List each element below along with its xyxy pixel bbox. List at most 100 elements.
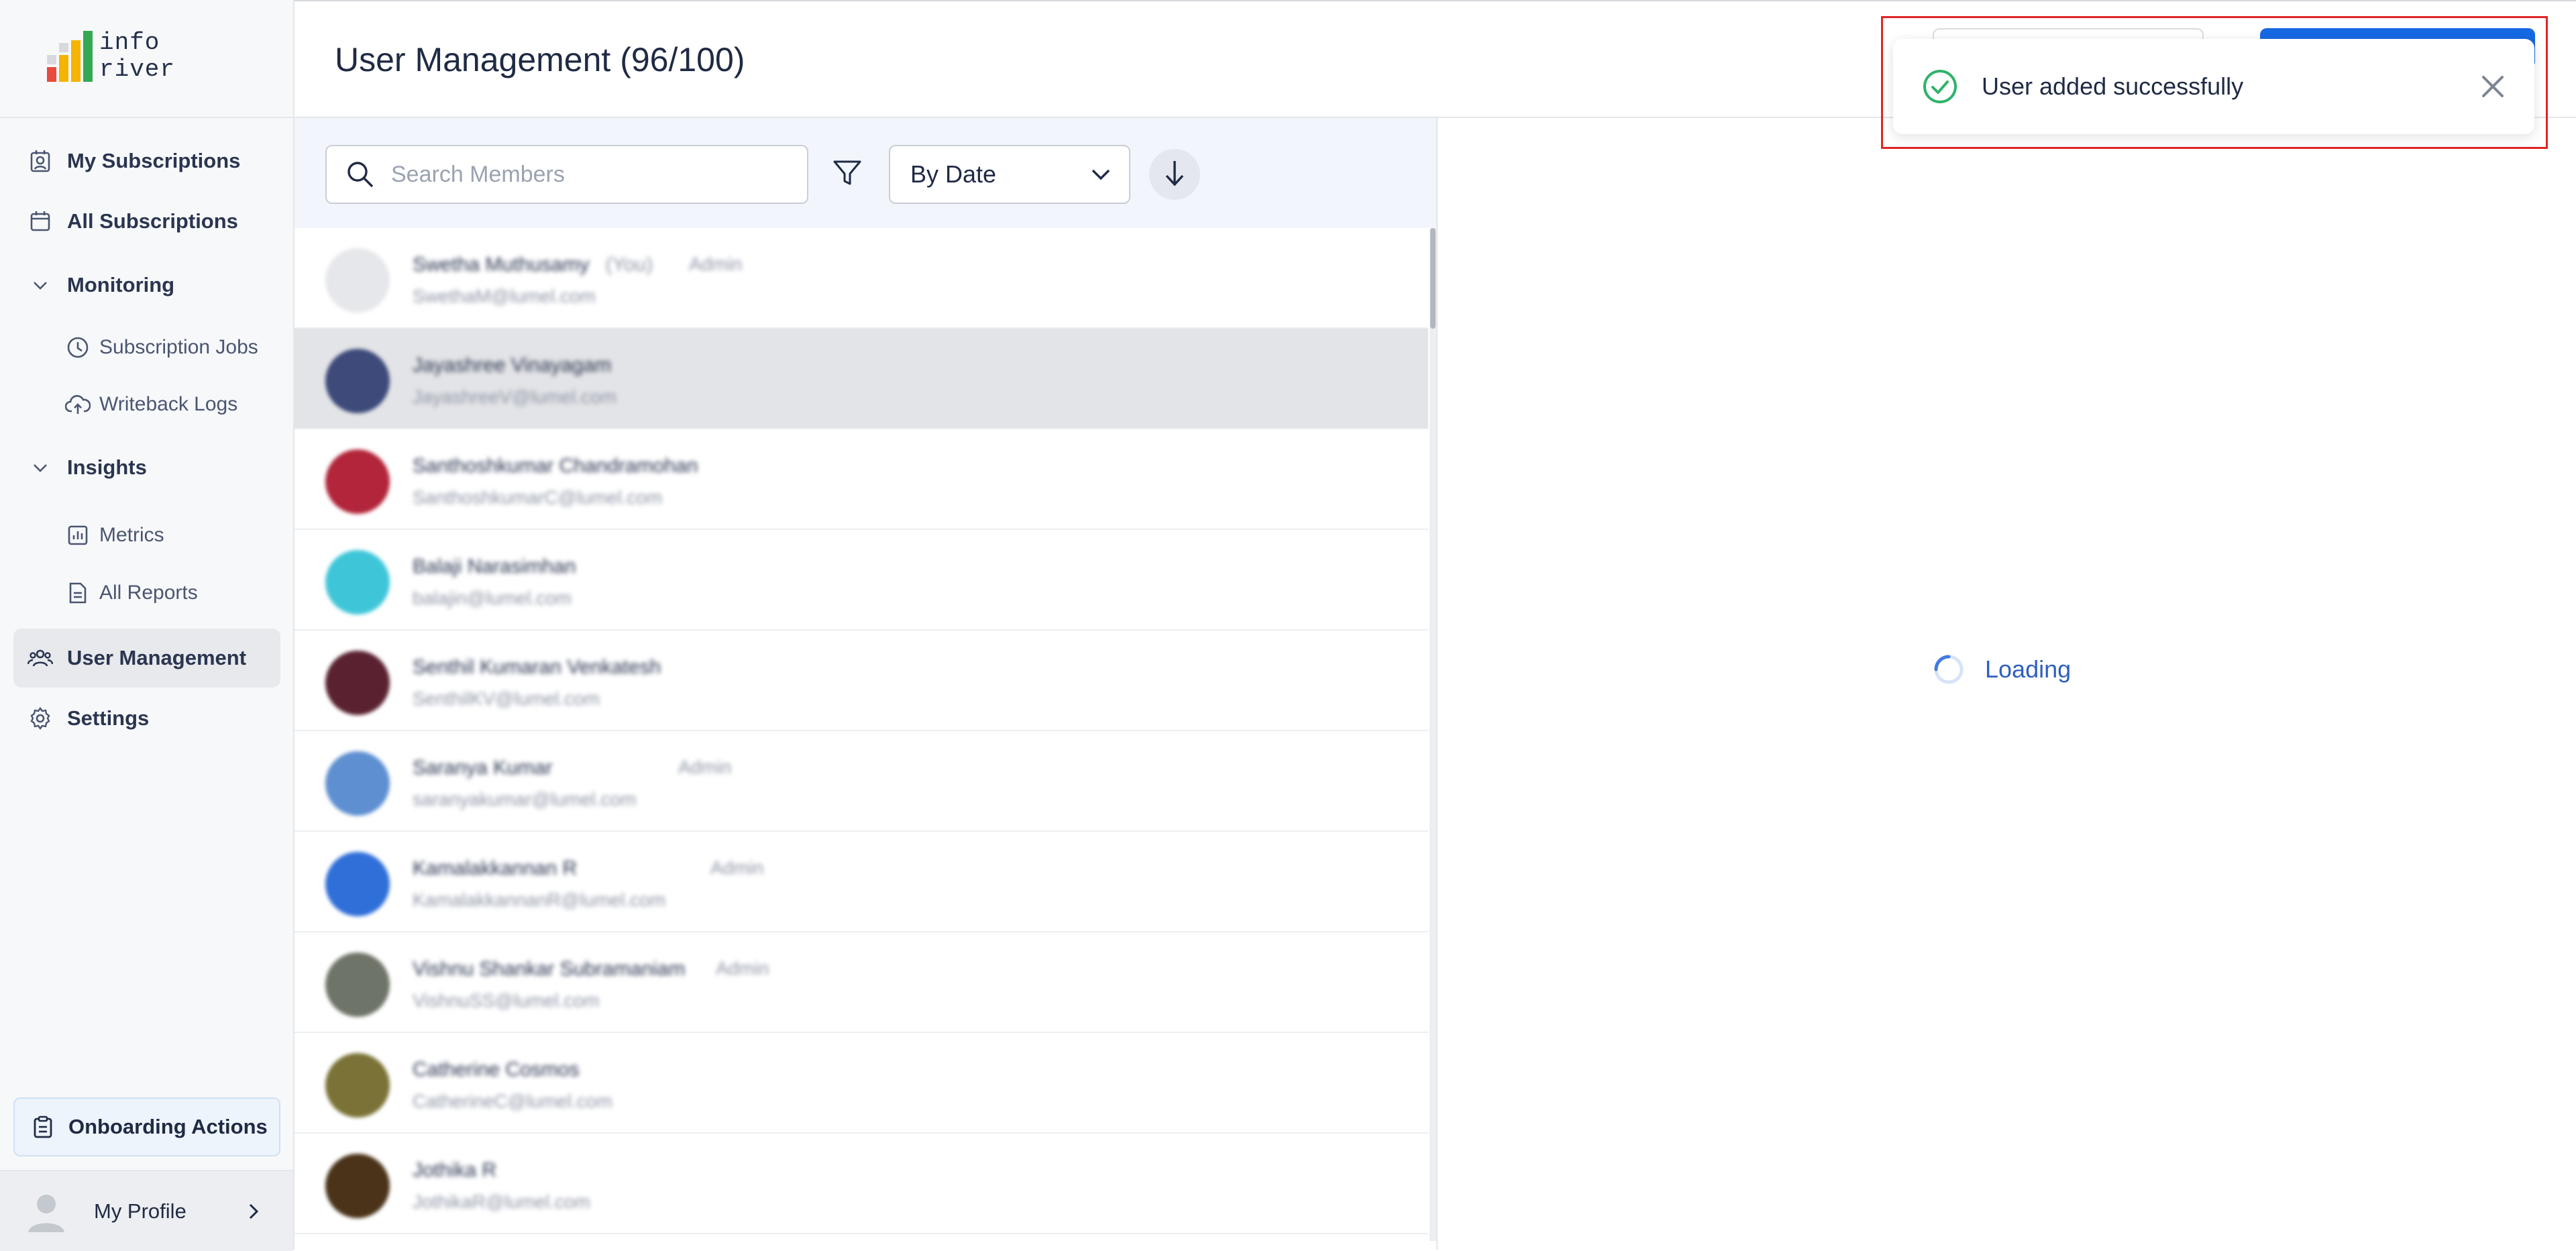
sidebar: info river My Subscriptions All Subscrip…	[0, 0, 294, 1251]
avatar	[325, 1053, 390, 1118]
sidebar-item-writeback-logs[interactable]: Writeback Logs	[13, 375, 280, 434]
list-item[interactable]: Jothika R JothikaR@lumel.com	[294, 1134, 1428, 1234]
sidebar-item-label: Writeback Logs	[99, 393, 238, 415]
you-tag: (You)	[605, 254, 653, 276]
member-detail-panel: Loading	[1438, 118, 2576, 1250]
member-name: Saranya Kumar	[413, 757, 553, 779]
role-badge: Admin	[678, 757, 732, 777]
sidebar-item-label: Insights	[67, 455, 147, 479]
chevron-down-icon	[27, 454, 54, 481]
avatar	[325, 349, 390, 413]
sidebar-item-label: Subscription Jobs	[99, 336, 258, 358]
spinner-icon	[1933, 653, 1965, 686]
member-email: SanthoshkumarC@lumel.com	[413, 487, 663, 508]
sort-value: By Date	[910, 160, 997, 188]
clock-icon	[64, 334, 91, 361]
members-scrollbar[interactable]	[1430, 228, 1436, 1241]
list-item[interactable]: Saranya Kumar Admin saranyakumar@lumel.c…	[294, 731, 1428, 832]
page-title: User Management (96/100)	[335, 41, 745, 78]
sidebar-divider	[0, 117, 293, 118]
sidebar-item-all-subscriptions[interactable]: All Subscriptions	[13, 192, 280, 251]
clipboard-icon	[31, 1115, 55, 1139]
sidebar-item-settings[interactable]: Settings	[13, 689, 280, 748]
member-email: SwethaM@lumel.com	[413, 286, 596, 307]
member-name: Jothika R	[413, 1159, 497, 1181]
member-name: Jayashree Vinayagam	[413, 354, 612, 376]
sidebar-item-user-management[interactable]: User Management	[13, 629, 280, 688]
member-email: VishnuSS@lumel.com	[413, 990, 600, 1011]
sidebar-item-label: My Subscriptions	[67, 149, 241, 172]
avatar	[325, 248, 390, 313]
sort-direction-button[interactable]	[1149, 149, 1200, 200]
list-item[interactable]: Santhoshkumar Chandramohan Santhoshkumar…	[294, 429, 1428, 530]
chevron-right-icon	[244, 1201, 264, 1221]
sidebar-item-label: User Management	[67, 646, 247, 669]
members-list: Swetha Muthusamy (You) Admin SwethaM@lume…	[294, 228, 1428, 1250]
loading-text: Loading	[1985, 655, 2072, 683]
document-icon	[64, 580, 91, 606]
filter-button[interactable]	[826, 153, 869, 196]
onboarding-actions-label: Onboarding Actions	[68, 1115, 268, 1138]
sidebar-item-label: All Subscriptions	[67, 209, 238, 233]
sidebar-item-monitoring[interactable]: Monitoring	[13, 256, 280, 315]
avatar	[325, 1154, 390, 1218]
list-item[interactable]: Kamalakkannan R Admin KamalakkannanR@lum…	[294, 832, 1428, 932]
sidebar-item-my-subscriptions[interactable]: My Subscriptions	[13, 131, 280, 191]
calendar-icon	[27, 208, 54, 235]
sidebar-item-label: Settings	[67, 706, 150, 730]
close-icon[interactable]	[2478, 72, 2508, 101]
avatar	[325, 651, 390, 715]
cloud-upload-icon	[64, 391, 91, 418]
member-email: JothikaR@lumel.com	[413, 1191, 590, 1212]
sidebar-item-subscription-jobs[interactable]: Subscription Jobs	[13, 318, 280, 377]
list-item[interactable]: Swetha Muthusamy (You) Admin SwethaM@lume…	[294, 228, 1428, 329]
member-name: Vishnu Shankar Subramaniam	[413, 958, 686, 980]
member-email: balajin@lumel.com	[413, 588, 572, 608]
toast-message: User added successfully	[1982, 72, 2244, 100]
sidebar-item-insights[interactable]: Insights	[13, 438, 280, 497]
subscription-user-icon	[27, 148, 54, 174]
search-input[interactable]	[390, 160, 782, 188]
avatar	[325, 751, 390, 816]
avatar	[325, 550, 390, 614]
bar-chart-icon	[64, 522, 91, 549]
avatar	[23, 1188, 70, 1235]
users-icon	[27, 645, 54, 671]
member-name: Santhoshkumar Chandramohan	[413, 455, 698, 477]
list-item[interactable]: Catherine Cosmos CatherineC@lumel.com	[294, 1033, 1428, 1134]
sort-dropdown[interactable]: By Date	[889, 145, 1130, 204]
list-item[interactable]: Vishnu Shankar Subramaniam Admin VishnuS…	[294, 932, 1428, 1033]
member-name: Balaji Narasimhan	[413, 555, 576, 578]
loading-indicator: Loading	[1933, 653, 2071, 686]
avatar	[325, 953, 390, 1017]
role-badge: Admin	[689, 254, 743, 274]
avatar	[325, 852, 390, 916]
logo-bars	[44, 31, 93, 82]
logo-text: info river	[99, 29, 176, 83]
chevron-down-icon	[1089, 162, 1113, 186]
list-item[interactable]: Jayashree Vinayagam JayashreeV@lumel.com	[294, 329, 1428, 429]
onboarding-actions-button[interactable]: Onboarding Actions	[13, 1097, 280, 1156]
app-logo[interactable]: info river	[44, 29, 192, 91]
scrollbar-thumb[interactable]	[1430, 228, 1436, 329]
success-toast: User added successfully	[1893, 39, 2534, 134]
member-email: JayashreeV@lumel.com	[413, 386, 616, 407]
member-name-text: Swetha Muthusamy	[413, 254, 590, 276]
sidebar-item-all-reports[interactable]: All Reports	[13, 563, 280, 622]
sidebar-item-label: Monitoring	[67, 273, 175, 296]
members-panel: By Date Swetha Muthusamy (You) Admin Swet…	[294, 118, 1438, 1250]
sidebar-item-label: Metrics	[99, 524, 164, 546]
member-name: Swetha Muthusamy (You)	[413, 254, 653, 276]
role-badge: Admin	[716, 958, 769, 979]
list-item[interactable]: Senthil Kumaran Venkatesh SenthilKV@lume…	[294, 631, 1428, 731]
search-icon	[345, 160, 375, 189]
gear-icon	[27, 705, 54, 732]
member-email: saranyakumar@lumel.com	[413, 789, 637, 810]
my-profile-button[interactable]: My Profile	[0, 1170, 293, 1251]
role-badge: Admin	[710, 857, 764, 878]
search-box[interactable]	[325, 145, 808, 204]
sidebar-item-metrics[interactable]: Metrics	[13, 506, 280, 565]
list-item[interactable]: Balaji Narasimhan balajin@lumel.com	[294, 530, 1428, 631]
member-email: KamalakkannanR@lumel.com	[413, 889, 666, 910]
member-email: SenthilKV@lumel.com	[413, 688, 600, 709]
